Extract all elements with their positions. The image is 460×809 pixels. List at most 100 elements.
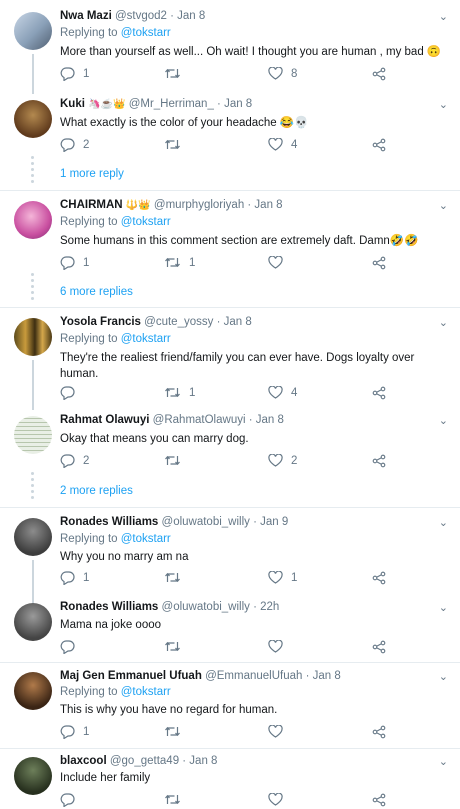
user-name[interactable]: Yosola Francis <box>60 316 141 328</box>
user-handle-date[interactable]: @murphygloriyah · Jan 8 <box>154 199 283 211</box>
show-more-replies-link[interactable]: 1 more reply <box>60 168 124 180</box>
chevron-down-icon[interactable]: ⌄ <box>439 414 448 427</box>
reply-button[interactable]: 1 <box>60 571 89 585</box>
thread-dots <box>31 472 35 502</box>
share-button[interactable] <box>372 386 386 400</box>
tweet-header: Yosola Francis @cute_yossy · Jan 8 <box>60 316 252 328</box>
heart-icon <box>268 67 283 80</box>
like-button[interactable]: 4 <box>268 138 297 151</box>
reply-button[interactable]: 2 <box>60 138 89 152</box>
chevron-down-icon[interactable]: ⌄ <box>439 601 448 614</box>
avatar[interactable] <box>14 416 52 454</box>
user-handle-date[interactable]: @Mr_Herriman_ · Jan 8 <box>129 98 253 110</box>
user-name[interactable]: Nwa Mazi <box>60 10 112 22</box>
user-handle-date[interactable]: @RahmatOlawuyi · Jan 8 <box>153 414 284 426</box>
show-more-replies-link[interactable]: 6 more replies <box>60 286 133 298</box>
tweet[interactable]: Ronades Williams @oluwatobi_willy · 22h … <box>0 601 460 661</box>
reply-button[interactable]: 1 <box>60 67 89 81</box>
avatar[interactable] <box>14 12 52 50</box>
tweet[interactable]: CHAIRMAN 🔱👑 @murphygloriyah · Jan 8 ⌄ Re… <box>0 199 460 305</box>
replying-handle-link[interactable]: @tokstarr <box>121 27 171 39</box>
chevron-down-icon[interactable]: ⌄ <box>439 670 448 683</box>
user-name[interactable]: Maj Gen Emmanuel Ufuah <box>60 670 202 682</box>
replying-handle-link[interactable]: @tokstarr <box>121 533 171 545</box>
chevron-down-icon[interactable]: ⌄ <box>439 316 448 329</box>
like-button[interactable]: 8 <box>268 67 297 80</box>
retweet-button[interactable] <box>164 138 189 151</box>
reply-button[interactable]: 1 <box>60 725 89 739</box>
tweet-text: Okay that means you can marry dog. <box>60 433 249 445</box>
like-button[interactable] <box>268 725 291 738</box>
share-button[interactable] <box>372 793 386 807</box>
replying-to: Replying to @tokstarr <box>60 333 171 345</box>
user-handle-date[interactable]: @cute_yossy · Jan 8 <box>144 316 252 328</box>
share-button[interactable] <box>372 256 386 270</box>
avatar[interactable] <box>14 672 52 710</box>
share-button[interactable] <box>372 138 386 152</box>
user-handle-date[interactable]: @go_getta49 · Jan 8 <box>110 755 218 767</box>
user-name[interactable]: Kuki <box>60 98 85 110</box>
avatar[interactable] <box>14 201 52 239</box>
avatar[interactable] <box>14 603 52 641</box>
tweet[interactable]: Rahmat Olawuyi @RahmatOlawuyi · Jan 8 ⌄ … <box>0 414 460 504</box>
chevron-down-icon[interactable]: ⌄ <box>439 199 448 212</box>
avatar[interactable] <box>14 100 52 138</box>
user-name[interactable]: blaxcool <box>60 755 107 767</box>
reply-count: 1 <box>83 726 90 738</box>
like-button[interactable]: 4 <box>268 386 297 399</box>
share-button[interactable] <box>372 725 386 739</box>
tweet[interactable]: Nwa Mazi @stvgod2 · Jan 8 ⌄ Replying to … <box>0 10 460 94</box>
like-button[interactable]: 1 <box>268 571 297 584</box>
user-handle-date[interactable]: @oluwatobi_willy · 22h <box>162 601 280 613</box>
retweet-button[interactable] <box>164 67 189 80</box>
share-button[interactable] <box>372 454 386 468</box>
replying-handle-link[interactable]: @tokstarr <box>121 333 171 345</box>
avatar[interactable] <box>14 318 52 356</box>
chevron-down-icon[interactable]: ⌄ <box>439 98 448 111</box>
user-handle-date[interactable]: @oluwatobi_willy · Jan 9 <box>162 516 289 528</box>
like-button[interactable] <box>268 640 291 653</box>
chevron-down-icon[interactable]: ⌄ <box>439 10 448 23</box>
user-name[interactable]: Rahmat Olawuyi <box>60 414 149 426</box>
user-handle-date[interactable]: @stvgod2 · Jan 8 <box>115 10 205 22</box>
user-name[interactable]: Ronades Williams <box>60 516 158 528</box>
tweet[interactable]: blaxcool @go_getta49 · Jan 8 ⌄ Include h… <box>0 755 460 808</box>
chevron-down-icon[interactable]: ⌄ <box>439 516 448 529</box>
tweet-actions: 2 2 <box>60 454 430 470</box>
share-button[interactable] <box>372 640 386 654</box>
reply-button[interactable] <box>60 640 83 654</box>
reply-button[interactable]: 1 <box>60 256 89 270</box>
speech-bubble-icon <box>60 640 75 654</box>
reply-button[interactable]: 2 <box>60 454 89 468</box>
like-button[interactable] <box>268 793 291 806</box>
tweet[interactable]: Kuki 🦄☕👑 @Mr_Herriman_ · Jan 8 ⌄ What ex… <box>0 98 460 188</box>
avatar[interactable] <box>14 757 52 795</box>
reply-button[interactable] <box>60 793 83 807</box>
user-name[interactable]: Ronades Williams <box>60 601 158 613</box>
chevron-down-icon[interactable]: ⌄ <box>439 755 448 768</box>
retweet-button[interactable] <box>164 571 189 584</box>
retweet-button[interactable] <box>164 793 189 806</box>
tweet-text: What exactly is the color of your headac… <box>60 117 309 129</box>
tweet[interactable]: Ronades Williams @oluwatobi_willy · Jan … <box>0 516 460 604</box>
retweet-button[interactable]: 1 <box>164 256 195 269</box>
retweet-button[interactable] <box>164 640 189 653</box>
retweet-button[interactable] <box>164 454 189 467</box>
replying-handle-link[interactable]: @tokstarr <box>121 686 171 698</box>
replying-handle-link[interactable]: @tokstarr <box>121 216 171 228</box>
speech-bubble-icon <box>60 386 75 400</box>
like-button[interactable]: 2 <box>268 454 297 467</box>
avatar[interactable] <box>14 518 52 556</box>
like-button[interactable] <box>268 256 291 269</box>
user-handle-date[interactable]: @EmmanuelUfuah · Jan 8 <box>205 670 341 682</box>
share-button[interactable] <box>372 67 386 81</box>
share-button[interactable] <box>372 571 386 585</box>
show-more-replies-link[interactable]: 2 more replies <box>60 485 133 497</box>
reply-button[interactable] <box>60 386 83 400</box>
retweet-button[interactable] <box>164 725 189 738</box>
retweet-arrows-icon <box>165 794 180 805</box>
retweet-button[interactable]: 1 <box>164 386 195 399</box>
tweet[interactable]: Maj Gen Emmanuel Ufuah @EmmanuelUfuah · … <box>0 670 460 750</box>
user-name[interactable]: CHAIRMAN <box>60 199 123 211</box>
tweet[interactable]: Yosola Francis @cute_yossy · Jan 8 ⌄ Rep… <box>0 316 460 410</box>
